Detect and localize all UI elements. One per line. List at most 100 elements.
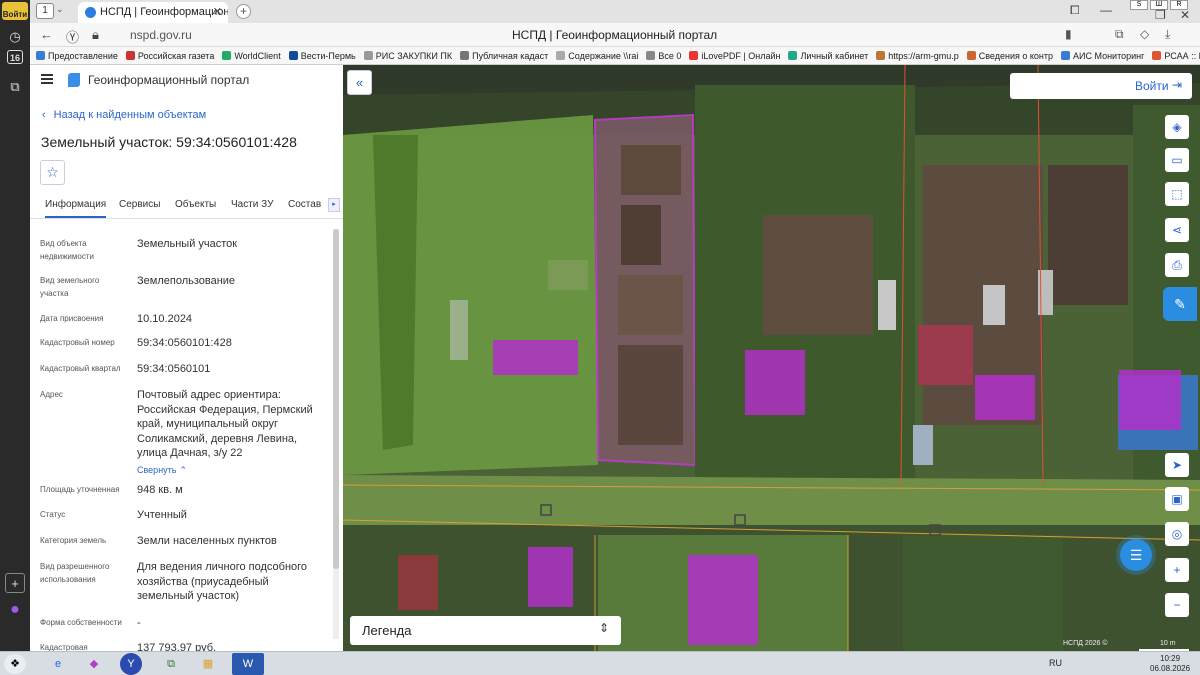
back-to-results-link[interactable]: ‹ Назад к найденным объектам — [42, 109, 206, 121]
chevron-left-icon: ‹ — [42, 109, 46, 121]
collapse-panel-button[interactable]: « — [347, 70, 372, 95]
chat-icon[interactable]: ☰ — [1120, 539, 1152, 571]
bookmark-favicon-icon — [966, 51, 976, 60]
corner-key-s: S — [1130, 0, 1148, 10]
bookmark-favicon-icon — [689, 51, 699, 60]
tab-composition[interactable]: Состав — [288, 199, 321, 210]
print-icon[interactable]: ⎙ — [1165, 253, 1189, 277]
clock-icon[interactable]: ◷ — [5, 27, 25, 47]
yandex-browser-icon[interactable]: Y — [120, 653, 142, 675]
window-restore-icon[interactable]: ❐ — [1155, 8, 1166, 22]
window-close-icon[interactable]: ✕ — [1180, 8, 1190, 22]
download-icon[interactable]: ⤓ — [1165, 27, 1170, 42]
bookmark-item[interactable]: Сведения о контр — [966, 50, 1053, 61]
favicon-icon — [85, 7, 96, 18]
bookmark-item[interactable]: Содержание \\rai — [556, 51, 638, 61]
browser-tabbar: 1 ⌄ НСПД | Геоинформационный портал ✕ + … — [30, 0, 1200, 23]
bookmark-label: Личный кабинет — [800, 50, 869, 61]
property-label: Кадастровая — [40, 643, 88, 651]
property-label: Дата присвоения — [40, 314, 104, 323]
zoom-in-button[interactable]: + — [1165, 558, 1189, 582]
bookmark-icon[interactable]: ⧠ — [1070, 3, 1080, 18]
layers-icon[interactable]: ◈ — [1165, 115, 1189, 139]
windows-start-icon[interactable]: ❖ — [4, 654, 26, 674]
share-icon[interactable]: ⋖ — [1165, 218, 1189, 242]
alice-icon[interactable]: ● — [5, 600, 25, 620]
menu-icon[interactable] — [41, 74, 53, 84]
bookmark-item[interactable]: РСАА :: Информа — [1152, 51, 1200, 61]
tab-title: НСПД | Геоинформационный портал — [100, 6, 228, 18]
map-login-button[interactable]: Войти ⇥ — [1010, 73, 1192, 99]
tab-counter[interactable]: 1 — [36, 3, 54, 19]
bookmark-item[interactable]: РИС ЗАКУПКИ ПК — [363, 50, 453, 61]
tabs-next-arrow-icon[interactable]: ▸ — [328, 198, 340, 212]
bookmark-favicon-icon — [125, 51, 135, 60]
favorite-star-button[interactable]: ☆ — [40, 160, 65, 185]
back-arrow-icon[interactable]: ← — [40, 27, 53, 42]
navigation-arrow-icon[interactable]: ➤ — [1165, 453, 1189, 477]
chevron-down-icon[interactable]: ⌄ — [56, 4, 64, 15]
bookmark-item[interactable]: https://arm-gmu.p — [876, 51, 959, 61]
browser-alt-icon[interactable]: ◆ — [78, 653, 110, 675]
tab-services[interactable]: Сервисы — [119, 199, 160, 210]
lock-icon[interactable]: 🔒︎ — [92, 27, 99, 43]
bookmark-item[interactable]: Предоставление — [36, 51, 118, 61]
bookmark-favicon-icon — [1152, 51, 1162, 60]
bookmark-item[interactable]: Вести-Пермь — [288, 51, 356, 61]
bookmark-item[interactable]: Публичная кадаст — [460, 51, 548, 61]
calendar-icon[interactable]: 16 — [7, 50, 23, 64]
legend-dropdown[interactable]: Легенда ⇕ — [350, 616, 621, 645]
browser-tab-active[interactable]: НСПД | Геоинформационный портал ✕ — [78, 2, 228, 23]
map-view[interactable]: « Войти ⇥ ◈ ▭ ⬚ ⋖ ⎙ ✎ ➤ ▣ ◎ + − ☰ Легенд… — [343, 65, 1200, 651]
collapse-link[interactable]: Свернуть ⌃ — [137, 463, 327, 478]
bookmark-panel-icon[interactable]: ✎ — [1163, 287, 1197, 321]
bookmark-label: РСАА :: Информа — [1164, 50, 1200, 61]
word-icon[interactable]: W — [232, 653, 264, 675]
os-login-button[interactable]: Войти — [2, 2, 28, 20]
network-icon[interactable]: ⧉ — [155, 653, 187, 675]
tab-information[interactable]: Информация — [45, 199, 107, 218]
add-icon[interactable]: + — [5, 573, 25, 593]
bookmark-label: WorldClient — [234, 50, 281, 61]
zoom-out-button[interactable]: − — [1165, 593, 1189, 617]
property-label: Кадастровый квартал — [40, 364, 121, 373]
bookmark-label: РИС ЗАКУПКИ ПК — [375, 50, 453, 61]
language-indicator[interactable]: RU — [1049, 658, 1062, 668]
clock[interactable]: 10:29 06.08.2026 — [1150, 654, 1190, 674]
tab-parts[interactable]: Части ЗУ — [231, 199, 273, 210]
reader-icon[interactable]: ⧉ — [1115, 27, 1124, 42]
panel-header: Геоинформационный портал — [30, 65, 343, 97]
basemap-icon[interactable]: ▣ — [1165, 487, 1189, 511]
url-field[interactable]: nspd.gov.ru — [130, 28, 192, 42]
bookmark-favicon-icon — [460, 51, 470, 60]
shield-icon[interactable]: ◇ — [1140, 27, 1149, 41]
property-value: 59:34:0560101 — [137, 363, 211, 375]
apps-icon[interactable]: ⧉ — [5, 77, 25, 97]
bookmark-item[interactable]: Все 0 — [646, 51, 681, 61]
portal-title: Геоинформационный портал — [88, 73, 250, 87]
panel-scrollbar-thumb[interactable] — [333, 229, 339, 569]
location-icon[interactable]: ◎ — [1165, 522, 1189, 546]
bookmark-label: Сведения о контр — [978, 50, 1053, 61]
bookmark-item[interactable]: Российская газета — [125, 51, 214, 61]
property-label: Вид разрешенного использования — [40, 562, 110, 584]
bookmark-item[interactable]: WorldClient — [222, 50, 281, 61]
bookmark-item[interactable]: АИС Мониторинг — [1061, 51, 1144, 61]
tab-objects[interactable]: Объекты — [175, 199, 216, 210]
new-tab-button[interactable]: + — [236, 4, 251, 19]
folder-icon[interactable]: ▦ — [192, 653, 224, 675]
select-area-icon[interactable]: ⬚ — [1165, 182, 1189, 206]
ie-icon[interactable]: e — [42, 653, 74, 675]
bookmark-star-icon[interactable]: ▮ — [1065, 27, 1072, 41]
property-label: Кадастровый номер — [40, 338, 115, 347]
close-tab-icon[interactable]: ✕ — [213, 2, 222, 23]
bookmark-label: Предоставление — [48, 50, 118, 61]
bookmark-label: iLovePDF | Онлайн — [701, 50, 781, 61]
yandex-icon[interactable]: Ⓨ — [66, 27, 79, 46]
bookmark-item[interactable]: Личный кабинет — [788, 51, 868, 61]
bookmark-item[interactable]: iLovePDF | Онлайн — [689, 51, 780, 61]
bookmark-label: Содержание \\rai — [568, 50, 639, 61]
tab-count-label: 1 — [42, 5, 48, 16]
ruler-icon[interactable]: ▭ — [1165, 148, 1189, 172]
window-minimize-icon[interactable]: — — [1100, 3, 1112, 17]
